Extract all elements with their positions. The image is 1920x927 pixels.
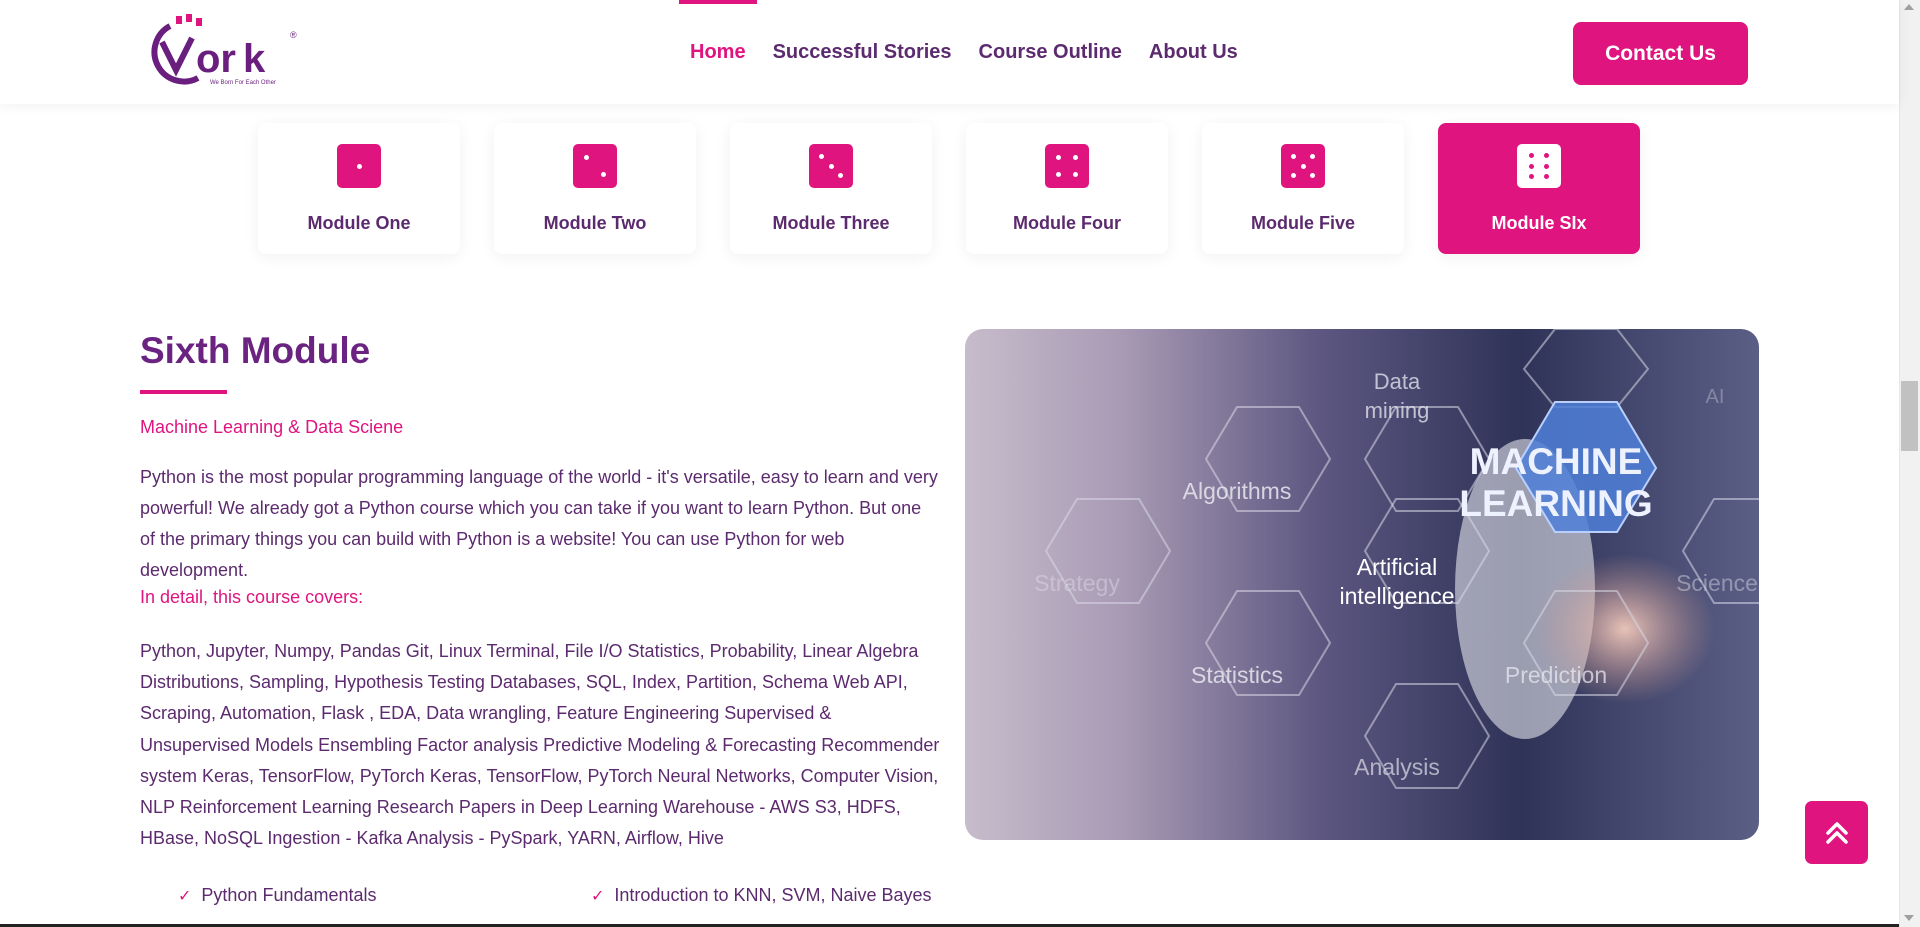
contact-us-button[interactable]: Contact Us [1573, 22, 1748, 85]
nav-about-us[interactable]: About Us [1149, 0, 1238, 104]
title-underline [140, 390, 227, 394]
vertical-scrollbar[interactable] [1899, 0, 1920, 927]
dice-six-icon [1517, 144, 1561, 188]
topics-list: Python, Jupyter, Numpy, Pandas Git, Linu… [140, 641, 940, 849]
list-item: ✓ Introduction to KNN, SVM, Naive Bayes [591, 885, 932, 906]
scroll-up-arrow-icon[interactable] [1904, 4, 1914, 10]
scroll-down-arrow-icon[interactable] [1904, 915, 1914, 921]
svg-text:Science: Science [1676, 570, 1758, 596]
tab-module-two[interactable]: Module Two [494, 123, 696, 254]
double-chevron-up-icon [1825, 821, 1848, 844]
list-item-label: Python Fundamentals [201, 885, 377, 905]
vork-logo[interactable]: or k ® We Born For Each Other [140, 12, 300, 92]
tab-label: Module SIx [1491, 213, 1587, 233]
module-title: Sixth Module [140, 330, 371, 371]
tab-label: Module One [307, 213, 411, 233]
svg-text:Strategy: Strategy [1034, 570, 1120, 596]
scroll-to-top-button[interactable] [1805, 801, 1868, 864]
check-icon: ✓ [178, 887, 192, 905]
svg-text:Analysis: Analysis [1354, 754, 1440, 780]
scrollbar-thumb[interactable] [1901, 381, 1918, 451]
tab-label: Module Two [543, 213, 647, 233]
nav-course-outline[interactable]: Course Outline [979, 0, 1122, 104]
list-item-label: Introduction to KNN, SVM, Naive Bayes [614, 885, 932, 905]
svg-text:k: k [243, 37, 266, 81]
dice-two-icon [573, 144, 617, 188]
machine-learning-image: Data mining AI Algorithms MACHINE LEARNI… [965, 329, 1759, 840]
tab-label: Module Three [772, 213, 890, 233]
check-icon: ✓ [591, 887, 605, 905]
svg-text:intelligence: intelligence [1339, 583, 1454, 609]
svg-text:®: ® [290, 30, 297, 40]
svg-text:We Born For Each Other: We Born For Each Other [210, 80, 276, 86]
nav-home[interactable]: Home [679, 0, 757, 104]
list-item: ✓ Python Fundamentals [178, 885, 591, 906]
module-subtitle: Machine Learning & Data Sciene [140, 417, 404, 437]
dice-five-icon [1281, 144, 1325, 188]
dice-three-icon [809, 144, 853, 188]
svg-text:LEARNING: LEARNING [1459, 483, 1652, 524]
tab-module-five[interactable]: Module Five [1202, 123, 1404, 254]
tab-label: Module Five [1250, 213, 1355, 233]
svg-text:MACHINE: MACHINE [1470, 441, 1643, 482]
bullet-list: ✓ Python Fundamentals ✓ Introduction to … [178, 885, 932, 906]
svg-text:Prediction: Prediction [1505, 662, 1607, 688]
nav-successful-stories[interactable]: Successful Stories [773, 0, 952, 104]
svg-text:Artificial: Artificial [1357, 554, 1438, 580]
dice-four-icon [1045, 144, 1089, 188]
tab-label: Module Four [1013, 213, 1121, 233]
main-nav: Home Successful Stories Course Outline A… [679, 0, 1265, 104]
module-description: Python is the most popular programming l… [140, 467, 938, 580]
svg-text:Data: Data [1374, 369, 1421, 394]
site-header: or k ® We Born For Each Other Home Succe… [0, 0, 1899, 104]
dice-one-icon [337, 144, 381, 188]
svg-text:AI: AI [1706, 386, 1725, 408]
tab-module-four[interactable]: Module Four [966, 123, 1168, 254]
covers-label: In detail, this course covers: [140, 587, 364, 607]
page: or k ® We Born For Each Other Home Succe… [0, 0, 1920, 927]
svg-text:Statistics: Statistics [1191, 662, 1283, 688]
svg-text:or: or [196, 37, 236, 81]
tab-module-three[interactable]: Module Three [730, 123, 932, 254]
svg-text:Algorithms: Algorithms [1183, 478, 1292, 504]
module-tabs: Module One Module Two Module Three Modul… [258, 123, 1640, 254]
svg-text:mining: mining [1365, 398, 1430, 423]
tab-module-one[interactable]: Module One [258, 123, 460, 254]
tab-module-six[interactable]: Module SIx [1438, 123, 1640, 254]
